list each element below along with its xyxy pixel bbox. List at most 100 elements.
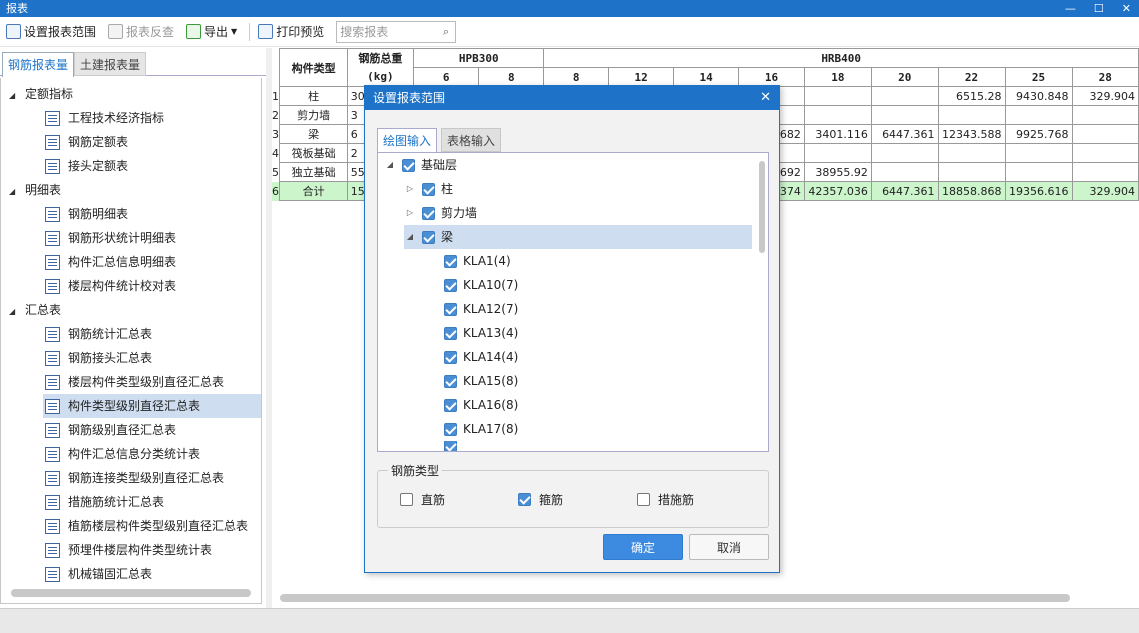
tree-item[interactable]: 钢筋级别直径汇总表 [45, 418, 176, 442]
table-cell [803, 105, 872, 125]
tree-node-beam-item[interactable]: KLA13(4) [444, 321, 518, 345]
tree-item-selected[interactable]: 构件类型级别直径汇总表 [43, 394, 261, 418]
collapse-arrow-icon[interactable]: ◢ [9, 180, 19, 204]
tree-node-column[interactable]: ▷ 柱 [404, 177, 453, 201]
tree-item[interactable]: 钢筋形状统计明细表 [45, 226, 176, 250]
tab-table-input[interactable]: 表格输入 [441, 128, 502, 152]
collapse-arrow-icon[interactable]: ◢ [9, 300, 19, 324]
checkbox[interactable] [444, 278, 457, 292]
tree-node-beam-item-partial[interactable] [444, 441, 457, 451]
print-preview-button[interactable]: 打印预览 [258, 23, 324, 40]
horizontal-scrollbar[interactable] [280, 594, 1070, 602]
report-icon [45, 254, 60, 270]
tree-item[interactable]: 楼层构件统计校对表 [45, 274, 176, 298]
tree-item[interactable]: 预埋件楼层构件类型统计表 [45, 538, 212, 562]
tree-node-beam-item[interactable]: KLA1(4) [444, 249, 511, 273]
table-cell [1071, 124, 1139, 144]
tree-item[interactable]: 机械锚固汇总表 [45, 562, 152, 586]
option-stirrup[interactable]: 箍筋 [518, 491, 563, 508]
checkbox[interactable] [444, 398, 457, 412]
rebar-type-group: 钢筋类型 直筋 箍筋 措施筋 [377, 462, 769, 528]
checkbox[interactable] [444, 302, 457, 316]
search-input[interactable]: 搜索报表 ⌕ [336, 20, 457, 43]
tree-group-detail[interactable]: ◢ 明细表 [9, 178, 61, 202]
report-icon [45, 230, 60, 246]
checkbox[interactable] [518, 493, 531, 506]
table-cell [1004, 162, 1073, 182]
column-header-diameter: 8 [543, 67, 610, 87]
collapse-arrow-icon[interactable]: ◢ [384, 153, 396, 177]
tree-item[interactable]: 工程技术经济指标 [45, 106, 164, 130]
tree-node-beam-item[interactable]: KLA14(4) [444, 345, 518, 369]
tree-item[interactable]: 钢筋连接类型级别直径汇总表 [45, 466, 224, 490]
tree-item[interactable]: 植筋楼层构件类型级别直径汇总表 [45, 514, 248, 538]
tab-civil-report[interactable]: 土建报表量 [74, 52, 147, 76]
tree-item[interactable]: 接头定额表 [45, 154, 128, 178]
expand-arrow-icon[interactable]: ▷ [404, 201, 416, 225]
checkbox[interactable] [444, 422, 457, 436]
row-number: 1 [272, 89, 279, 103]
tree-item[interactable]: 楼层构件类型级别直径汇总表 [45, 370, 224, 394]
tab-rebar-report[interactable]: 钢筋报表量 [2, 52, 75, 77]
tree-group-summary[interactable]: ◢ 汇总表 [9, 298, 61, 322]
tree-item[interactable]: 构件汇总信息明细表 [45, 250, 176, 274]
checkbox[interactable] [422, 230, 435, 244]
table-cell-type: 梁 [279, 124, 348, 144]
checkbox[interactable] [444, 441, 457, 451]
checkbox[interactable] [422, 206, 435, 220]
checkbox[interactable] [444, 326, 457, 340]
component-tree: ◢ 基础层 ▷ 柱 ▷ 剪力墙 ◢ 梁 KLA1(4) KLA10(7) KLA12(7… [377, 152, 769, 452]
close-icon[interactable]: ✕ [1122, 0, 1131, 17]
option-straight-bar[interactable]: 直筋 [400, 491, 445, 508]
tree-group-quota[interactable]: ◢ 定额指标 [9, 82, 73, 106]
tree-node-beam-item[interactable]: KLA12(7) [444, 297, 518, 321]
horizontal-scrollbar[interactable] [11, 589, 251, 597]
table-cell [870, 105, 939, 125]
tree-node-foundation-floor[interactable]: ◢ 基础层 [384, 153, 457, 177]
tree-item[interactable]: 钢筋明细表 [45, 202, 128, 226]
checkbox[interactable] [402, 158, 415, 172]
checkbox[interactable] [422, 182, 435, 196]
report-icon [45, 494, 60, 510]
tree-item[interactable]: 措施筋统计汇总表 [45, 490, 164, 514]
column-header-diameter: 14 [673, 67, 740, 87]
tree-node-beam-item[interactable]: KLA10(7) [444, 273, 518, 297]
table-cell: 9925.768 [1004, 124, 1073, 144]
tree-item[interactable]: 钢筋定额表 [45, 130, 128, 154]
tree-node-beam-item[interactable]: KLA15(8) [444, 369, 518, 393]
export-button[interactable]: 导出 ▼ [186, 23, 237, 40]
checkbox[interactable] [444, 254, 457, 268]
minimize-icon[interactable]: — [1065, 0, 1076, 17]
expand-arrow-icon[interactable]: ▷ [404, 177, 416, 201]
tree-item[interactable]: 构件汇总信息分类统计表 [45, 442, 200, 466]
tree-node-beam-item[interactable]: KLA16(8) [444, 393, 518, 417]
tree-node-shear-wall[interactable]: ▷ 剪力墙 [404, 201, 477, 225]
tree-item[interactable]: 钢筋统计汇总表 [45, 322, 152, 346]
window-title: 报表 [6, 2, 28, 15]
window-titlebar: 报表 — ☐ ✕ [0, 0, 1139, 17]
collapse-arrow-icon[interactable]: ◢ [9, 84, 19, 108]
checkbox[interactable] [637, 493, 650, 506]
search-icon[interactable]: ⌕ [443, 25, 449, 39]
tree-item[interactable]: 钢筋接头汇总表 [45, 346, 152, 370]
column-header-hpb300: HPB300 [413, 48, 545, 68]
vertical-scrollbar[interactable] [759, 161, 765, 253]
checkbox[interactable] [444, 374, 457, 388]
checkbox[interactable] [444, 350, 457, 364]
table-cell-type: 剪力墙 [279, 105, 348, 125]
set-range-button[interactable]: 设置报表范围 [6, 23, 96, 40]
option-measure-bar[interactable]: 措施筋 [637, 491, 694, 508]
table-cell: 9430.848 [1004, 86, 1073, 106]
collapse-arrow-icon[interactable]: ◢ [404, 225, 416, 249]
reverse-check-button[interactable]: 报表反查 [108, 23, 174, 40]
cancel-button[interactable]: 取消 [689, 534, 769, 560]
close-icon[interactable]: ✕ [760, 86, 771, 110]
table-cell-type: 独立基础 [279, 162, 348, 182]
tree-node-beam[interactable]: ◢ 梁 [404, 225, 752, 249]
maximize-icon[interactable]: ☐ [1094, 0, 1104, 17]
ok-button[interactable]: 确定 [603, 534, 683, 560]
checkbox[interactable] [400, 493, 413, 506]
status-bar [0, 608, 1139, 633]
tab-drawing-input[interactable]: 绘图输入 [377, 128, 438, 153]
tree-node-beam-item[interactable]: KLA17(8) [444, 417, 518, 441]
